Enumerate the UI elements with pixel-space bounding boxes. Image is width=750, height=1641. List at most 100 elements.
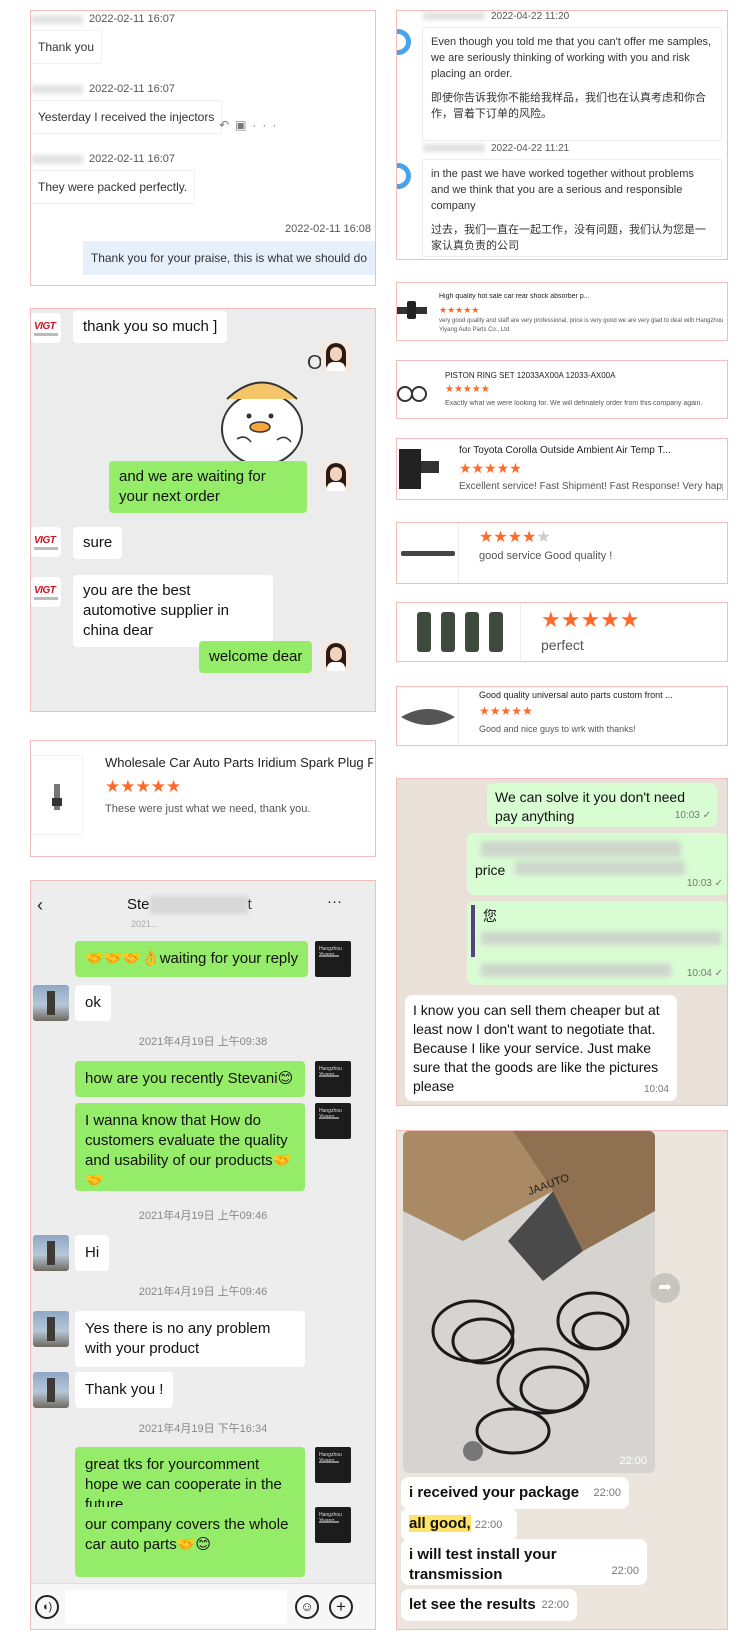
message-bubble: I wanna know that How do customers evalu… xyxy=(75,1103,305,1191)
reply-icon[interactable]: ↶ xyxy=(219,118,235,132)
image-icon[interactable]: ▣ xyxy=(235,118,252,132)
product-thumbnail xyxy=(397,687,459,745)
message-actions[interactable]: ↶▣··· xyxy=(219,118,282,132)
emoji-icon[interactable]: ☺ xyxy=(295,1595,319,1619)
message-card: in the past we have worked together with… xyxy=(423,160,721,256)
message-input[interactable] xyxy=(65,1590,287,1624)
product-thumbnail xyxy=(397,283,429,340)
message-text-zh: 过去，我们一直在一起工作，没有问题，我们认为您是一家认真负责的公司 xyxy=(431,224,706,252)
company-logo-avatar: Hangzhou Yiyang xyxy=(315,1061,351,1097)
message-time: 10:03 ✓ xyxy=(674,810,711,821)
chat-timestamp: 2021年4月19日 下午16:34 xyxy=(138,1423,268,1435)
piston-ring-image xyxy=(397,386,427,402)
injector-image xyxy=(417,612,503,652)
chat-timestamp: 2021年4月19日 上午09:38 xyxy=(138,1036,268,1048)
message-meta: 2022-04-22 11:20 xyxy=(423,11,569,22)
review-title: Wholesale Car Auto Parts Iridium Spark P… xyxy=(105,755,373,770)
message-text-en: in the past we have worked together with… xyxy=(431,168,694,212)
message-bubble: our company covers the whole car auto pa… xyxy=(75,1507,305,1577)
message-bubble: We can solve it you don't need pay anyth… xyxy=(487,783,717,827)
message-bubble: They were packed perfectly. xyxy=(31,171,195,203)
chat-panel-injectors: 2022-02-11 16:07 Thank you 2022-02-11 16… xyxy=(30,10,376,286)
review-comment: very good quality and staff are very pro… xyxy=(439,318,724,333)
avatar xyxy=(321,641,351,671)
review-card[interactable]: ★★★★★ perfect xyxy=(396,602,728,662)
message-text: price xyxy=(475,862,506,878)
avatar xyxy=(321,461,351,491)
plus-icon[interactable]: + xyxy=(329,1595,353,1619)
message-text-en: Even though you told me that you can't o… xyxy=(431,36,712,80)
message-bubble: i will test install your transmission 22… xyxy=(401,1539,647,1585)
company-logo-avatar: Hangzhou Yiyang xyxy=(315,1507,351,1543)
chat-input-bar: ◖) ☺ + xyxy=(31,1583,375,1629)
chat-panel-whatsapp-negotiation: We can solve it you don't need pay anyth… xyxy=(396,778,728,1106)
review-title: Good quality universal auto parts custom… xyxy=(479,690,673,700)
review-title: High quality hot sale car rear shock abs… xyxy=(439,293,590,300)
sensor-image xyxy=(399,449,439,489)
chat-panel-wechat-stevani: ‹ Ste t ··· 2021... 🤝🤝🤝👌waiting for your … xyxy=(30,880,376,1630)
review-card-spark-plug[interactable]: Wholesale Car Auto Parts Iridium Spark P… xyxy=(30,740,376,857)
message-meta: 2022-02-11 16:07 xyxy=(31,153,175,165)
review-stars: ★★★★★ xyxy=(479,704,533,718)
chat-date: 2021... xyxy=(131,919,159,929)
shock-absorber-image xyxy=(397,301,427,319)
message-bubble: thank you so much ] xyxy=(73,311,228,343)
drive-shaft-image xyxy=(401,551,455,556)
avatar xyxy=(33,1311,69,1347)
review-stars: ★★★★★ xyxy=(479,529,551,546)
message-text-zh: 即使你告诉我你不能给我样品，我们也在认真考虑和你合作，冒着下订单的风险。 xyxy=(431,92,706,120)
reply-bubble: Thank you for your praise, this is what … xyxy=(82,241,375,275)
message-bubble: Yesterday I received the injectors xyxy=(31,101,222,133)
review-card[interactable]: Good quality universal auto parts custom… xyxy=(396,686,728,746)
product-thumbnail xyxy=(397,523,459,583)
chat-timestamp: 2021年4月19日 上午09:46 xyxy=(138,1286,268,1298)
review-stars: ★★★★★ xyxy=(459,460,522,476)
avatar xyxy=(33,1235,69,1271)
voice-icon[interactable]: ◖) xyxy=(35,1595,59,1619)
message-bubble: Thank you ! xyxy=(75,1372,174,1408)
message-bubble: Yes there is no any problem with your pr… xyxy=(75,1311,305,1367)
message-bubble: you are the best automotive supplier in … xyxy=(73,575,273,647)
review-comment: These were just what we need, thank you. xyxy=(105,803,311,815)
message-card: Even though you told me that you can't o… xyxy=(423,28,721,140)
review-stars: ★★★★★ xyxy=(105,777,182,796)
message-bubble: 🤝🤝🤝👌waiting for your reply xyxy=(75,941,309,977)
review-card[interactable]: PISTON RING SET 12033AX00A 12033-AX00A ★… xyxy=(396,360,728,419)
message-meta: 2022-02-11 16:07 xyxy=(31,83,175,95)
avatar xyxy=(33,1372,69,1408)
photo-time: 22:00 xyxy=(619,1455,647,1467)
avatar xyxy=(397,29,411,55)
review-card[interactable]: for Toyota Corolla Outside Ambient Air T… xyxy=(396,438,728,500)
message-time: 2022-02-11 16:08 xyxy=(285,223,372,235)
chevron-left-icon[interactable]: ‹ xyxy=(37,895,43,916)
review-stars: ★★★★★ xyxy=(445,384,490,395)
review-card[interactable]: High quality hot sale car rear shock abs… xyxy=(396,282,728,341)
chat-timestamp: 2021年4月19日 上午09:46 xyxy=(138,1210,268,1222)
more-icon[interactable]: ··· xyxy=(252,118,282,132)
avatar xyxy=(321,341,351,371)
review-comment: Exactly what we were looking for. We wil… xyxy=(445,400,703,407)
review-title: for Toyota Corolla Outside Ambient Air T… xyxy=(459,445,671,456)
message-bubble: Thank you xyxy=(31,31,102,63)
message-bubble: ok xyxy=(75,985,111,1021)
message-bubble: price 10:03 ✓ xyxy=(467,833,727,895)
company-logo-avatar: Hangzhou Yiyang xyxy=(315,1103,351,1139)
review-comment: Excellent service! Fast Shipment! Fast R… xyxy=(459,481,723,492)
message-text: 您 xyxy=(483,908,497,924)
review-card[interactable]: ★★★★★ good service Good quality ! xyxy=(396,522,728,584)
contact-name: Ste t xyxy=(127,896,252,915)
review-stars: ★★★★★ xyxy=(439,305,480,315)
more-options-icon[interactable]: ··· xyxy=(327,893,342,910)
message-bubble: i received your package 22:00 xyxy=(401,1477,629,1509)
product-thumbnail xyxy=(397,361,431,418)
review-comment: good service Good quality ! xyxy=(479,550,613,562)
avatar xyxy=(397,163,411,189)
review-title: PISTON RING SET 12033AX00A 12033-AX00A xyxy=(445,371,616,380)
message-bubble: Hi xyxy=(75,1235,110,1271)
forward-icon[interactable]: ➦ xyxy=(650,1273,680,1303)
message-meta: 2022-04-22 11:21 xyxy=(423,143,569,154)
package-photo: JAAUTO 22:00 xyxy=(403,1131,655,1473)
review-stars: ★★★★★ xyxy=(541,607,640,632)
avatar: VIGT xyxy=(31,527,61,557)
chat-panel-samples: 2022-04-22 11:20 Even though you told me… xyxy=(396,10,728,260)
